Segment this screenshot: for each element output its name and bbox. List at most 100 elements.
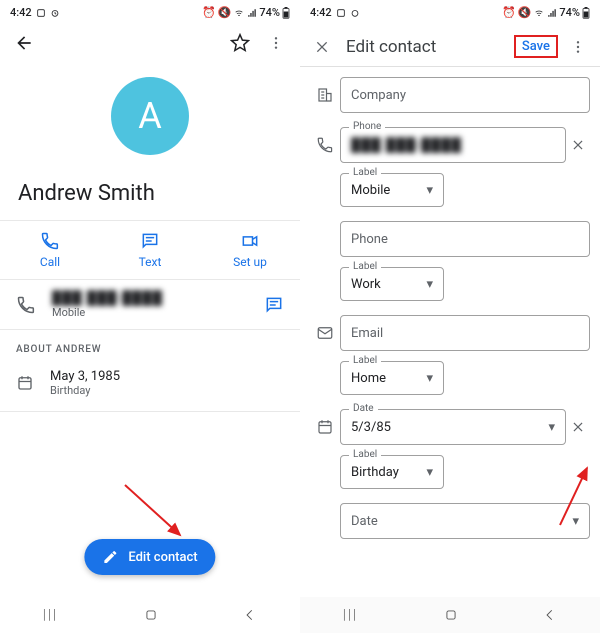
fab-label: Edit contact [128,550,197,565]
edit-contact-fab[interactable]: Edit contact [84,539,215,575]
message-icon[interactable] [264,295,284,315]
back-icon[interactable] [14,33,34,53]
phone1-legend: Phone [349,121,385,132]
nav-bar: ||| [0,597,300,633]
calendar-icon-2 [310,418,340,436]
phone2-label-value: Work [351,277,426,292]
chevron-down-icon-4: ▾ [548,420,555,435]
nav-recent[interactable]: ||| [43,607,58,623]
nav-bar-2: ||| [300,597,600,633]
call-label: Call [40,255,60,269]
edit-title: Edit contact [346,37,514,57]
phone1-label-dropdown[interactable]: Label Mobile ▾ [340,173,444,207]
email-label-legend: Label [349,355,381,366]
contact-view-screen: 4:42 ⏰ 🔇 74% [0,0,300,633]
avatar-letter: A [138,95,161,137]
status-icon-2 [336,8,346,18]
status-battery-2: 74% [559,6,580,19]
alarm-icon-4: ⏰ [502,6,516,19]
date1-input[interactable]: Date 5/3/85 ▾ [340,409,566,445]
edit-form: Company Phone ███ ███-████ Label [300,67,600,607]
nav-back-2[interactable] [543,608,557,622]
setup-label: Set up [233,255,267,269]
status-bar-2: 4:42 ⏰ 🔇 74% [300,0,600,25]
phone2-label-dropdown[interactable]: Label Work ▾ [340,267,444,301]
company-icon [310,86,340,104]
chevron-down-icon: ▾ [426,183,433,198]
phone1-label-value: Mobile [351,183,426,198]
pencil-icon [102,549,118,565]
phone-label: Mobile [52,306,163,319]
company-ph: Company [351,88,579,103]
wifi-icon-2 [533,8,545,18]
more-icon-2[interactable] [568,37,588,57]
signal-icon [247,8,257,18]
phone-row[interactable]: ███ ███-████ Mobile [0,280,300,330]
phone2-input[interactable]: Phone [340,221,590,257]
nav-home[interactable] [144,608,158,622]
save-button[interactable]: Save [514,35,558,58]
status-time-2: 4:42 [310,6,332,19]
avatar: A [111,77,189,155]
text-action[interactable]: Text [100,221,200,279]
phone-number: ███ ███-████ [52,290,163,306]
phone1-value: ███ ███-████ [351,137,555,153]
call-action[interactable]: Call [0,221,100,279]
email-ph: Email [351,326,579,341]
setup-action[interactable]: Set up [200,221,300,279]
email-icon [310,324,340,342]
about-heading: ABOUT ANDREW [0,330,300,361]
calendar-icon [16,374,34,392]
birthday-label: Birthday [50,384,120,397]
date1-label-legend: Label [349,449,381,460]
date-clear-icon[interactable] [566,420,590,434]
battery-icon [282,7,290,19]
contact-name: Andrew Smith [0,155,300,220]
chevron-down-icon-2: ▾ [426,277,433,292]
phone-icon-2 [310,136,340,154]
star-icon[interactable] [230,33,250,53]
status-icon [36,8,46,18]
email-input[interactable]: Email [340,315,590,351]
edit-app-bar: Edit contact Save [300,25,600,67]
edit-contact-screen: 4:42 ⏰ 🔇 74% [300,0,600,633]
birthday-date: May 3, 1985 [50,369,120,384]
chevron-down-icon-6: ▾ [572,514,579,529]
wifi-icon [233,8,245,18]
nav-back[interactable] [243,608,257,622]
view-app-bar [0,25,300,61]
company-input[interactable]: Company [340,77,590,113]
text-label: Text [139,255,162,269]
alarm-icon-2: ⏰ [202,6,216,19]
phone1-input[interactable]: Phone ███ ███-████ [340,127,566,163]
birthday-row[interactable]: May 3, 1985 Birthday [0,361,300,412]
status-bar: 4:42 ⏰ 🔇 74% [0,0,300,25]
battery-icon-2 [582,7,590,19]
phone2-ph: Phone [351,232,579,247]
chevron-down-icon-5: ▾ [426,465,433,480]
close-icon[interactable] [312,37,332,57]
phone2-label-legend: Label [349,261,381,272]
date2-input[interactable]: Date ▾ [340,503,590,539]
chevron-down-icon-3: ▾ [426,371,433,386]
nav-home-2[interactable] [444,608,458,622]
more-icon[interactable] [266,33,286,53]
date1-value: 5/3/85 [351,420,548,435]
alarm-icon-3 [350,8,360,18]
email-label-value: Home [351,371,426,386]
date1-label-value: Birthday [351,465,426,480]
status-battery: 74% [259,6,280,19]
signal-icon-2 [547,8,557,18]
email-label-dropdown[interactable]: Label Home ▾ [340,361,444,395]
phone-icon [16,295,36,315]
action-bar: Call Text Set up [0,220,300,280]
date1-label-dropdown[interactable]: Label Birthday ▾ [340,455,444,489]
nav-recent-2[interactable]: ||| [343,607,358,623]
mute-icon: 🔇 [218,6,232,19]
date1-legend: Date [349,403,378,414]
phone1-label-legend: Label [349,167,381,178]
mute-icon-2: 🔇 [518,6,532,19]
date2-ph: Date [351,514,572,529]
alarm-icon [50,8,60,18]
phone1-clear-icon[interactable] [566,138,590,152]
